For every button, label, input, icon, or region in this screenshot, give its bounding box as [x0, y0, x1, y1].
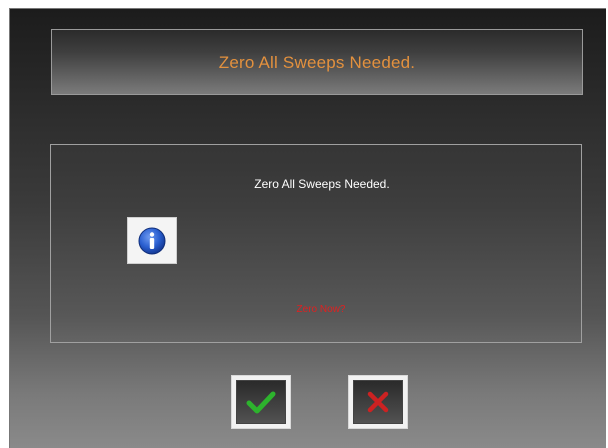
dialog-title: Zero All Sweeps Needed. [218, 53, 416, 72]
info-icon-frame [127, 217, 177, 264]
x-icon [367, 391, 389, 413]
info-icon [138, 227, 166, 254]
message-panel: Zero All Sweeps Needed. Zero Now? [50, 144, 582, 343]
dialog-message: Zero All Sweeps Needed. [254, 177, 390, 191]
screen: Zero All Sweeps Needed. Zero All Sweeps … [0, 0, 608, 448]
confirm-prompt: Zero Now? [296, 304, 346, 315]
dialog-title-bar: Zero All Sweeps Needed. [51, 29, 583, 95]
cancel-button-face[interactable] [353, 380, 403, 424]
ok-button-face[interactable] [236, 380, 286, 424]
zero-sweeps-dialog: Zero All Sweeps Needed. Zero All Sweeps … [9, 8, 606, 448]
checkmark-icon [246, 391, 276, 414]
ok-button[interactable] [231, 375, 291, 429]
cancel-button[interactable] [348, 375, 408, 429]
